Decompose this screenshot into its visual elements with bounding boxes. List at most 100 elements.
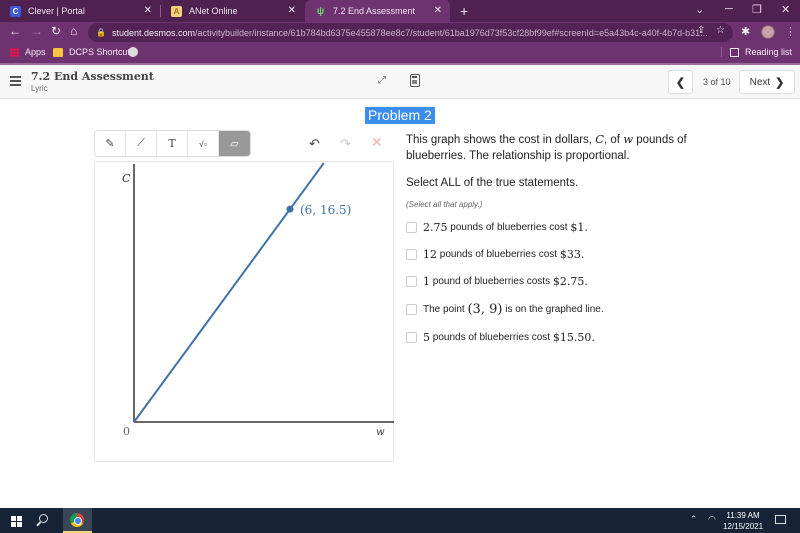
choice-math: $2.75: [552, 275, 585, 288]
reload-icon[interactable]: ↻: [51, 24, 61, 38]
math-tool[interactable]: √▫: [188, 131, 219, 156]
clock-time: 11:39 AM: [726, 511, 760, 520]
windows-start-icon[interactable]: [11, 516, 22, 527]
desmos-icon: ψ: [316, 5, 325, 17]
checkbox[interactable]: [406, 332, 417, 343]
back-icon[interactable]: ←: [9, 24, 21, 38]
tab-title: 7.2 End Assessment: [333, 6, 416, 16]
choice-text: pounds of blueberries cost: [437, 249, 560, 260]
previous-screen-button[interactable]: ❮: [668, 70, 693, 94]
maximize-icon[interactable]: ❐: [752, 3, 762, 16]
redo-icon[interactable]: ↷: [340, 136, 351, 152]
tab-end-assessment[interactable]: ψ 7.2 End Assessment ✕: [305, 0, 450, 22]
show-hidden-icons-icon[interactable]: ⌃: [690, 514, 698, 525]
menu-icon[interactable]: ⋮: [785, 25, 796, 38]
checkbox[interactable]: [406, 304, 417, 315]
choice-option[interactable]: The point (3, 9) is on the graphed line.: [406, 302, 604, 317]
pencil-tool[interactable]: ✎: [95, 131, 126, 156]
minimize-icon[interactable]: ─: [725, 3, 733, 15]
chevron-right-icon: ❯: [775, 76, 785, 89]
bookmark-star-icon[interactable]: ☆: [716, 25, 725, 36]
calculator-icon[interactable]: [410, 74, 420, 87]
folder-icon: [53, 47, 63, 57]
sketch-toolbar: ✎ ⟋ T √▫ ▱: [94, 130, 251, 157]
apps-grid-icon: [10, 47, 19, 57]
undo-icon[interactable]: ↶: [309, 136, 320, 152]
reading-list-icon: [729, 47, 739, 57]
question-text: This graph shows the cost in dollars, C,…: [406, 131, 736, 164]
graph-panel[interactable]: C w 0 (6, 16.5): [94, 161, 394, 462]
search-icon[interactable]: [39, 514, 48, 523]
clever-icon: C: [10, 5, 21, 17]
choice-end: .: [584, 275, 588, 288]
question-text-part: , of: [604, 134, 624, 146]
url-path: /activitybuilder/instance/61b784bd6375e4…: [195, 27, 708, 38]
close-tab-icon[interactable]: ✕: [288, 5, 296, 16]
choice-option[interactable]: 1 pound of blueberries costs $2.75.: [406, 275, 588, 288]
question-text-part: This graph shows the cost in dollars,: [406, 134, 596, 146]
choice-option[interactable]: 2.75 pounds of blueberries cost $1.: [406, 221, 588, 234]
choice-option[interactable]: 5 pounds of blueberries cost $15.50.: [406, 331, 595, 344]
activity-title: 7.2 End Assessment: [31, 70, 154, 83]
checkbox[interactable]: [406, 249, 417, 260]
system-clock[interactable]: 11:39 AM 12/15/2021: [723, 510, 763, 532]
choice-end: .: [584, 221, 588, 234]
choice-math: $15.50: [552, 331, 592, 344]
forward-icon[interactable]: →: [31, 24, 43, 38]
text-tool[interactable]: T: [157, 131, 188, 156]
choice-text: is on the graphed line.: [502, 304, 604, 315]
tab-clever[interactable]: C Clever | Portal ✕: [0, 0, 160, 22]
bookmark-dcps-shortcuts[interactable]: DCPS Shortcuts: [53, 47, 135, 57]
origin-label: 0: [123, 425, 130, 438]
extensions-icon[interactable]: ✱: [741, 25, 750, 38]
taskbar-chrome[interactable]: [63, 508, 92, 533]
hamburger-menu-icon[interactable]: [10, 76, 21, 86]
choice-text: pound of blueberries costs: [430, 276, 553, 287]
tab-anet[interactable]: A ANet Online ✕: [161, 0, 304, 22]
close-tab-icon[interactable]: ✕: [144, 5, 152, 16]
chrome-icon: [70, 513, 84, 527]
bookmark-label: Apps: [25, 47, 46, 57]
wifi-icon[interactable]: ◠: [708, 514, 716, 525]
home-icon[interactable]: ⌂: [70, 24, 77, 38]
reading-list-label: Reading list: [744, 47, 792, 57]
checkbox[interactable]: [406, 276, 417, 287]
clock-date: 12/15/2021: [723, 522, 764, 531]
windows-taskbar: ⌃ ◠ 11:39 AM 12/15/2021: [0, 508, 800, 533]
close-tab-icon[interactable]: ✕: [434, 5, 442, 16]
fullscreen-icon[interactable]: ⤢: [378, 75, 386, 86]
screen-counter: 3 of 10: [703, 77, 731, 87]
new-tab-button[interactable]: +: [460, 3, 468, 19]
next-label: Next: [749, 76, 771, 88]
bookmark-apps[interactable]: Apps: [10, 47, 46, 57]
reading-list-button[interactable]: Reading list: [720, 47, 792, 57]
address-bar[interactable]: 🔒 student.desmos.com/activitybuilder/ins…: [88, 23, 733, 42]
line-tool[interactable]: ⟋: [126, 131, 157, 156]
variable-w: w: [623, 132, 634, 146]
problem-title: Problem 2: [365, 107, 435, 124]
choice-math: $1: [570, 221, 585, 234]
checkbox[interactable]: [406, 222, 417, 233]
bookmark-globe[interactable]: [128, 47, 138, 57]
browser-toolbar: ← → ↻ ⌂ 🔒 student.desmos.com/activitybui…: [0, 22, 800, 43]
tab-search-icon[interactable]: ⌄: [695, 3, 704, 16]
profile-avatar[interactable]: [761, 25, 775, 39]
bookmarks-bar: Apps DCPS Shortcuts Reading list: [0, 43, 800, 63]
close-window-icon[interactable]: ✕: [781, 3, 790, 16]
notifications-icon[interactable]: [775, 515, 786, 524]
series-line-cost: [133, 162, 325, 423]
clear-sketch-icon[interactable]: ✕: [371, 134, 383, 151]
anet-icon: A: [171, 5, 182, 17]
next-screen-button[interactable]: Next ❯: [739, 70, 795, 94]
student-name: Lyric: [31, 84, 48, 93]
choice-math: 2.75: [423, 221, 448, 234]
choice-text: The point: [423, 304, 468, 315]
choice-option[interactable]: 12 pounds of blueberries cost $33.: [406, 248, 584, 261]
choice-text: pounds of blueberries cost: [447, 222, 571, 233]
eraser-tool[interactable]: ▱: [219, 131, 250, 156]
y-axis-label: C: [122, 172, 131, 185]
choice-math: 12: [423, 248, 437, 261]
share-icon[interactable]: ⇪: [697, 25, 705, 36]
eraser-icon: ▱: [230, 138, 239, 150]
choice-text: pounds of blueberries cost: [430, 332, 553, 343]
